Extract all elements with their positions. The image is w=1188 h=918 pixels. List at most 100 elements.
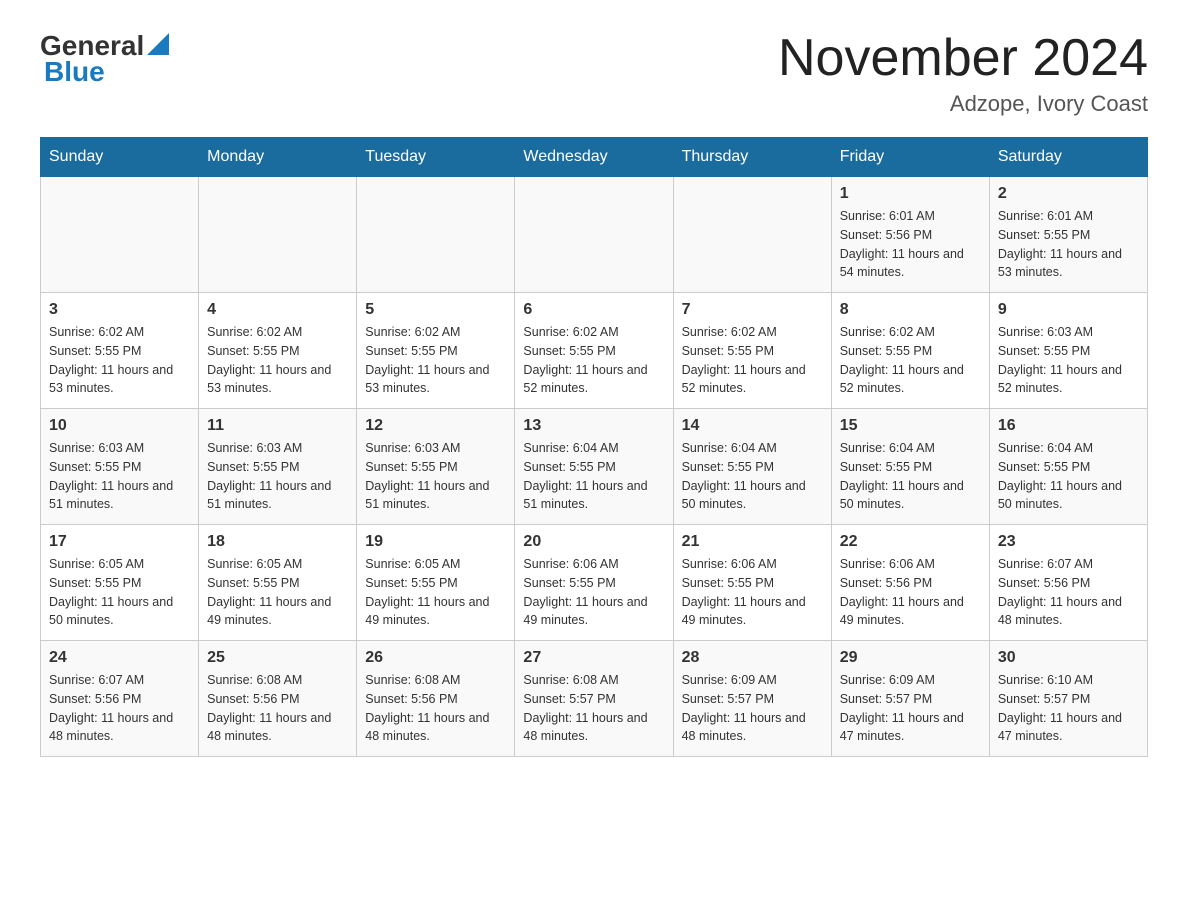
- day-info: Sunrise: 6:04 AMSunset: 5:55 PMDaylight:…: [523, 439, 664, 514]
- day-info: Sunrise: 6:05 AMSunset: 5:55 PMDaylight:…: [207, 555, 348, 630]
- calendar-cell-week3-day6: 16Sunrise: 6:04 AMSunset: 5:55 PMDayligh…: [989, 409, 1147, 525]
- day-number: 14: [682, 417, 823, 435]
- day-number: 2: [998, 185, 1139, 203]
- weekday-header-wednesday: Wednesday: [515, 138, 673, 177]
- day-info: Sunrise: 6:08 AMSunset: 5:57 PMDaylight:…: [523, 671, 664, 746]
- weekday-header-tuesday: Tuesday: [357, 138, 515, 177]
- day-number: 18: [207, 533, 348, 551]
- weekday-header-sunday: Sunday: [41, 138, 199, 177]
- weekday-header-row: SundayMondayTuesdayWednesdayThursdayFrid…: [41, 138, 1148, 177]
- title-area: November 2024 Adzope, Ivory Coast: [778, 30, 1148, 117]
- calendar-cell-week5-day3: 27 Sunrise: 6:08 AMSunset: 5:57 PMDayligh…: [515, 641, 673, 757]
- day-info: Sunrise: 6:02 AMSunset: 5:55 PMDaylight:…: [840, 323, 981, 398]
- calendar-cell-week5-day5: 29 Sunrise: 6:09 AMSunset: 5:57 PMDayligh…: [831, 641, 989, 757]
- calendar-cell-week2-day4: 7Sunrise: 6:02 AMSunset: 5:55 PMDaylight…: [673, 293, 831, 409]
- day-number: 5: [365, 301, 506, 319]
- logo-blue-text: Blue: [44, 56, 105, 88]
- weekday-header-monday: Monday: [199, 138, 357, 177]
- calendar-cell-week5-day0: 24 Sunrise: 6:07 AMSunset: 5:56 PMDayligh…: [41, 641, 199, 757]
- week-row-3: 10 Sunrise: 6:03 AMSunset: 5:55 PMDayligh…: [41, 409, 1148, 525]
- day-number: 10: [49, 417, 190, 435]
- calendar-cell-week2-day3: 6 Sunrise: 6:02 AMSunset: 5:55 PMDaylight…: [515, 293, 673, 409]
- day-info: Sunrise: 6:03 AMSunset: 5:55 PMDaylight:…: [207, 439, 348, 514]
- day-number: 9: [998, 301, 1139, 319]
- day-number: 12: [365, 417, 506, 435]
- day-number: 11: [207, 417, 348, 435]
- calendar-cell-week2-day6: 9 Sunrise: 6:03 AMSunset: 5:55 PMDaylight…: [989, 293, 1147, 409]
- day-number: 4: [207, 301, 348, 319]
- day-number: 24: [49, 649, 190, 667]
- day-info: Sunrise: 6:09 AMSunset: 5:57 PMDaylight:…: [840, 671, 981, 746]
- calendar-cell-week1-day3: [515, 177, 673, 293]
- calendar-cell-week4-day2: 19Sunrise: 6:05 AMSunset: 5:55 PMDayligh…: [357, 525, 515, 641]
- day-info: Sunrise: 6:08 AMSunset: 5:56 PMDaylight:…: [207, 671, 348, 746]
- day-info: Sunrise: 6:10 AMSunset: 5:57 PMDaylight:…: [998, 671, 1139, 746]
- day-info: Sunrise: 6:03 AMSunset: 5:55 PMDaylight:…: [365, 439, 506, 514]
- day-number: 27: [523, 649, 664, 667]
- calendar-cell-week5-day6: 30 Sunrise: 6:10 AMSunset: 5:57 PMDayligh…: [989, 641, 1147, 757]
- day-info: Sunrise: 6:09 AMSunset: 5:57 PMDaylight:…: [682, 671, 823, 746]
- day-number: 15: [840, 417, 981, 435]
- header: General Blue November 2024 Adzope, Ivory…: [40, 30, 1148, 117]
- day-info: Sunrise: 6:01 AMSunset: 5:55 PMDaylight:…: [998, 207, 1139, 282]
- day-number: 29: [840, 649, 981, 667]
- calendar-cell-week1-day2: [357, 177, 515, 293]
- day-info: Sunrise: 6:04 AMSunset: 5:55 PMDaylight:…: [682, 439, 823, 514]
- day-info: Sunrise: 6:01 AMSunset: 5:56 PMDaylight:…: [840, 207, 981, 282]
- weekday-header-thursday: Thursday: [673, 138, 831, 177]
- day-number: 8: [840, 301, 981, 319]
- calendar-cell-week5-day2: 26 Sunrise: 6:08 AMSunset: 5:56 PMDayligh…: [357, 641, 515, 757]
- day-number: 3: [49, 301, 190, 319]
- calendar-cell-week4-day4: 21 Sunrise: 6:06 AMSunset: 5:55 PMDayligh…: [673, 525, 831, 641]
- week-row-1: 1 Sunrise: 6:01 AMSunset: 5:56 PMDaylight…: [41, 177, 1148, 293]
- day-info: Sunrise: 6:08 AMSunset: 5:56 PMDaylight:…: [365, 671, 506, 746]
- logo: General Blue: [40, 30, 169, 88]
- day-info: Sunrise: 6:07 AMSunset: 5:56 PMDaylight:…: [49, 671, 190, 746]
- day-number: 20: [523, 533, 664, 551]
- calendar-cell-week2-day1: 4 Sunrise: 6:02 AMSunset: 5:55 PMDaylight…: [199, 293, 357, 409]
- day-info: Sunrise: 6:06 AMSunset: 5:55 PMDaylight:…: [682, 555, 823, 630]
- day-number: 17: [49, 533, 190, 551]
- day-number: 26: [365, 649, 506, 667]
- day-info: Sunrise: 6:06 AMSunset: 5:55 PMDaylight:…: [523, 555, 664, 630]
- day-info: Sunrise: 6:02 AMSunset: 5:55 PMDaylight:…: [49, 323, 190, 398]
- calendar-cell-week4-day6: 23Sunrise: 6:07 AMSunset: 5:56 PMDayligh…: [989, 525, 1147, 641]
- calendar-cell-week5-day1: 25 Sunrise: 6:08 AMSunset: 5:56 PMDayligh…: [199, 641, 357, 757]
- calendar-cell-week2-day2: 5Sunrise: 6:02 AMSunset: 5:55 PMDaylight…: [357, 293, 515, 409]
- week-row-4: 17 Sunrise: 6:05 AMSunset: 5:55 PMDayligh…: [41, 525, 1148, 641]
- day-info: Sunrise: 6:03 AMSunset: 5:55 PMDaylight:…: [49, 439, 190, 514]
- day-info: Sunrise: 6:03 AMSunset: 5:55 PMDaylight:…: [998, 323, 1139, 398]
- day-number: 30: [998, 649, 1139, 667]
- week-row-5: 24 Sunrise: 6:07 AMSunset: 5:56 PMDayligh…: [41, 641, 1148, 757]
- logo-triangle-icon: [147, 33, 169, 55]
- calendar-cell-week2-day0: 3 Sunrise: 6:02 AMSunset: 5:55 PMDaylight…: [41, 293, 199, 409]
- calendar-cell-week1-day1: [199, 177, 357, 293]
- day-number: 25: [207, 649, 348, 667]
- calendar-cell-week4-day1: 18 Sunrise: 6:05 AMSunset: 5:55 PMDayligh…: [199, 525, 357, 641]
- calendar-cell-week1-day5: 1 Sunrise: 6:01 AMSunset: 5:56 PMDaylight…: [831, 177, 989, 293]
- calendar-cell-week1-day0: [41, 177, 199, 293]
- day-number: 13: [523, 417, 664, 435]
- week-row-2: 3 Sunrise: 6:02 AMSunset: 5:55 PMDaylight…: [41, 293, 1148, 409]
- calendar-cell-week1-day4: [673, 177, 831, 293]
- calendar-cell-week2-day5: 8 Sunrise: 6:02 AMSunset: 5:55 PMDaylight…: [831, 293, 989, 409]
- location-title: Adzope, Ivory Coast: [778, 91, 1148, 117]
- day-number: 21: [682, 533, 823, 551]
- day-number: 1: [840, 185, 981, 203]
- day-info: Sunrise: 6:05 AMSunset: 5:55 PMDaylight:…: [49, 555, 190, 630]
- day-info: Sunrise: 6:02 AMSunset: 5:55 PMDaylight:…: [207, 323, 348, 398]
- calendar-cell-week5-day4: 28Sunrise: 6:09 AMSunset: 5:57 PMDayligh…: [673, 641, 831, 757]
- day-info: Sunrise: 6:05 AMSunset: 5:55 PMDaylight:…: [365, 555, 506, 630]
- day-info: Sunrise: 6:02 AMSunset: 5:55 PMDaylight:…: [523, 323, 664, 398]
- weekday-header-saturday: Saturday: [989, 138, 1147, 177]
- day-info: Sunrise: 6:06 AMSunset: 5:56 PMDaylight:…: [840, 555, 981, 630]
- day-number: 7: [682, 301, 823, 319]
- calendar-cell-week3-day5: 15Sunrise: 6:04 AMSunset: 5:55 PMDayligh…: [831, 409, 989, 525]
- day-info: Sunrise: 6:07 AMSunset: 5:56 PMDaylight:…: [998, 555, 1139, 630]
- calendar-cell-week4-day3: 20 Sunrise: 6:06 AMSunset: 5:55 PMDayligh…: [515, 525, 673, 641]
- calendar-cell-week3-day0: 10 Sunrise: 6:03 AMSunset: 5:55 PMDayligh…: [41, 409, 199, 525]
- day-number: 6: [523, 301, 664, 319]
- calendar-cell-week3-day1: 11 Sunrise: 6:03 AMSunset: 5:55 PMDayligh…: [199, 409, 357, 525]
- month-title: November 2024: [778, 30, 1148, 87]
- calendar-cell-week4-day0: 17 Sunrise: 6:05 AMSunset: 5:55 PMDayligh…: [41, 525, 199, 641]
